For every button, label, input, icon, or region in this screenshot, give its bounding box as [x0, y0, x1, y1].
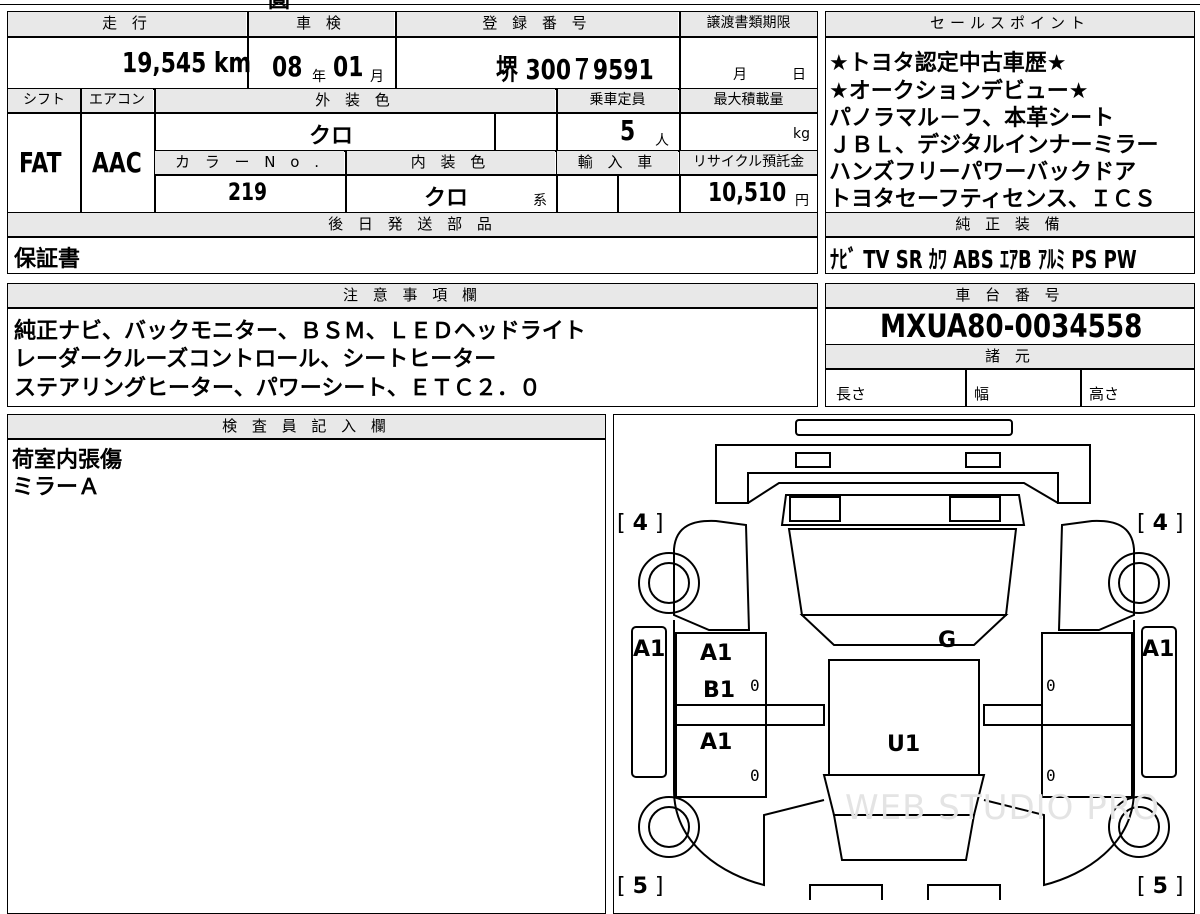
left-rear-door-mark: A1	[700, 730, 733, 755]
width-label: 幅	[974, 385, 990, 403]
watermark: WEB STUDIO PRO	[845, 788, 1161, 828]
shift-header: シフト	[8, 89, 80, 112]
transfer-month: 月	[733, 67, 747, 83]
transfer-day: 日	[792, 67, 806, 83]
height-label: 高さ	[1089, 385, 1120, 403]
transfer-header: 譲渡書類期限	[680, 12, 817, 36]
left-front-door-b-mark: B1	[703, 678, 736, 703]
inspection-year-unit: 年	[312, 69, 326, 85]
zero-mark-3: 0	[1046, 676, 1056, 695]
inspection-month: 01	[333, 50, 364, 83]
top-strip	[0, 0, 1200, 5]
front-left-tire-label: [ 4 ]	[617, 511, 664, 536]
left-front-door-mark: A1	[700, 641, 733, 666]
interior-header: 内 装 色	[346, 151, 555, 174]
capacity-unit: 人	[655, 133, 669, 149]
capacity-header: 乗車定員	[557, 89, 678, 112]
right-fender-mark: A1	[1142, 637, 1175, 662]
shift-value: FAT	[19, 146, 62, 179]
max-load-header: 最大積載量	[680, 89, 817, 112]
recycle-header: リサイクル預託金	[680, 151, 817, 174]
capacity-value: 5	[620, 114, 636, 147]
exterior-value: クロ	[309, 124, 354, 149]
zero-mark-1: 0	[750, 676, 760, 695]
notes-header: 注 意 事 項 欄	[8, 284, 817, 307]
inspector-line-2: ミラーＡ	[12, 475, 101, 500]
ac-header: エアコン	[81, 89, 153, 112]
recycle-value: 10,510	[708, 178, 787, 208]
sales-line-6: トヨタセーフティセンス、ＩＣＳ	[829, 187, 1156, 212]
exterior-header: 外 装 色	[155, 89, 555, 112]
parts-header: 後 日 発 送 部 品	[8, 213, 817, 236]
notes-line-3: ステアリングヒーター、パワーシート、ＥＴＣ２．０	[14, 376, 541, 401]
registration-header: 登 録 番 号	[396, 12, 678, 36]
length-label: 長さ	[836, 385, 867, 403]
inspection-year: 08	[272, 50, 303, 83]
max-load-unit: kg	[793, 126, 810, 142]
windshield-mark: G	[938, 628, 957, 653]
rear-right-tire-label: [ 5 ]	[1137, 874, 1184, 899]
import-header: 輸 入 車	[557, 151, 678, 174]
recycle-unit: 円	[795, 193, 809, 209]
zero-mark-4: 0	[1046, 766, 1056, 785]
equip-value: ﾅﾋﾞ TV SR ｶﾜ ABS ｴｱB ｱﾙﾐ PS PW	[830, 245, 1137, 274]
ac-value: AAC	[92, 146, 142, 179]
equip-header: 純 正 装 備	[826, 213, 1194, 236]
left-fender-mark: A1	[633, 637, 666, 662]
spec-header: 諸 元	[826, 345, 1194, 368]
color-no-value: 219	[228, 178, 268, 206]
inspector-header: 検 査 員 記 入 欄	[8, 415, 605, 438]
registration-value: 堺 300７9591	[496, 53, 654, 86]
notes-line-2: レーダークルーズコントロール、シートヒーター	[14, 347, 497, 372]
inspection-header: 車 検	[248, 12, 394, 36]
interior-unit: 系	[533, 193, 547, 209]
mileage-value: 19,545 km	[122, 46, 252, 79]
inspection-month-unit: 月	[370, 69, 384, 85]
front-right-tire-label: [ 4 ]	[1137, 511, 1184, 536]
sales-point-header: セールスポイント	[826, 12, 1194, 36]
parts-value: 保証書	[14, 247, 81, 272]
rear-left-tire-label: [ 5 ]	[617, 874, 664, 899]
mileage-header: 走 行	[8, 12, 246, 36]
chassis-header: 車 台 番 号	[826, 284, 1194, 307]
roof-mark: U1	[887, 732, 921, 757]
interior-value: クロ	[424, 186, 469, 211]
color-no-header: カ ラ ー N o .	[155, 151, 344, 174]
zero-mark-2: 0	[750, 766, 760, 785]
chassis-value: MXUA80-0034558	[880, 307, 1143, 345]
